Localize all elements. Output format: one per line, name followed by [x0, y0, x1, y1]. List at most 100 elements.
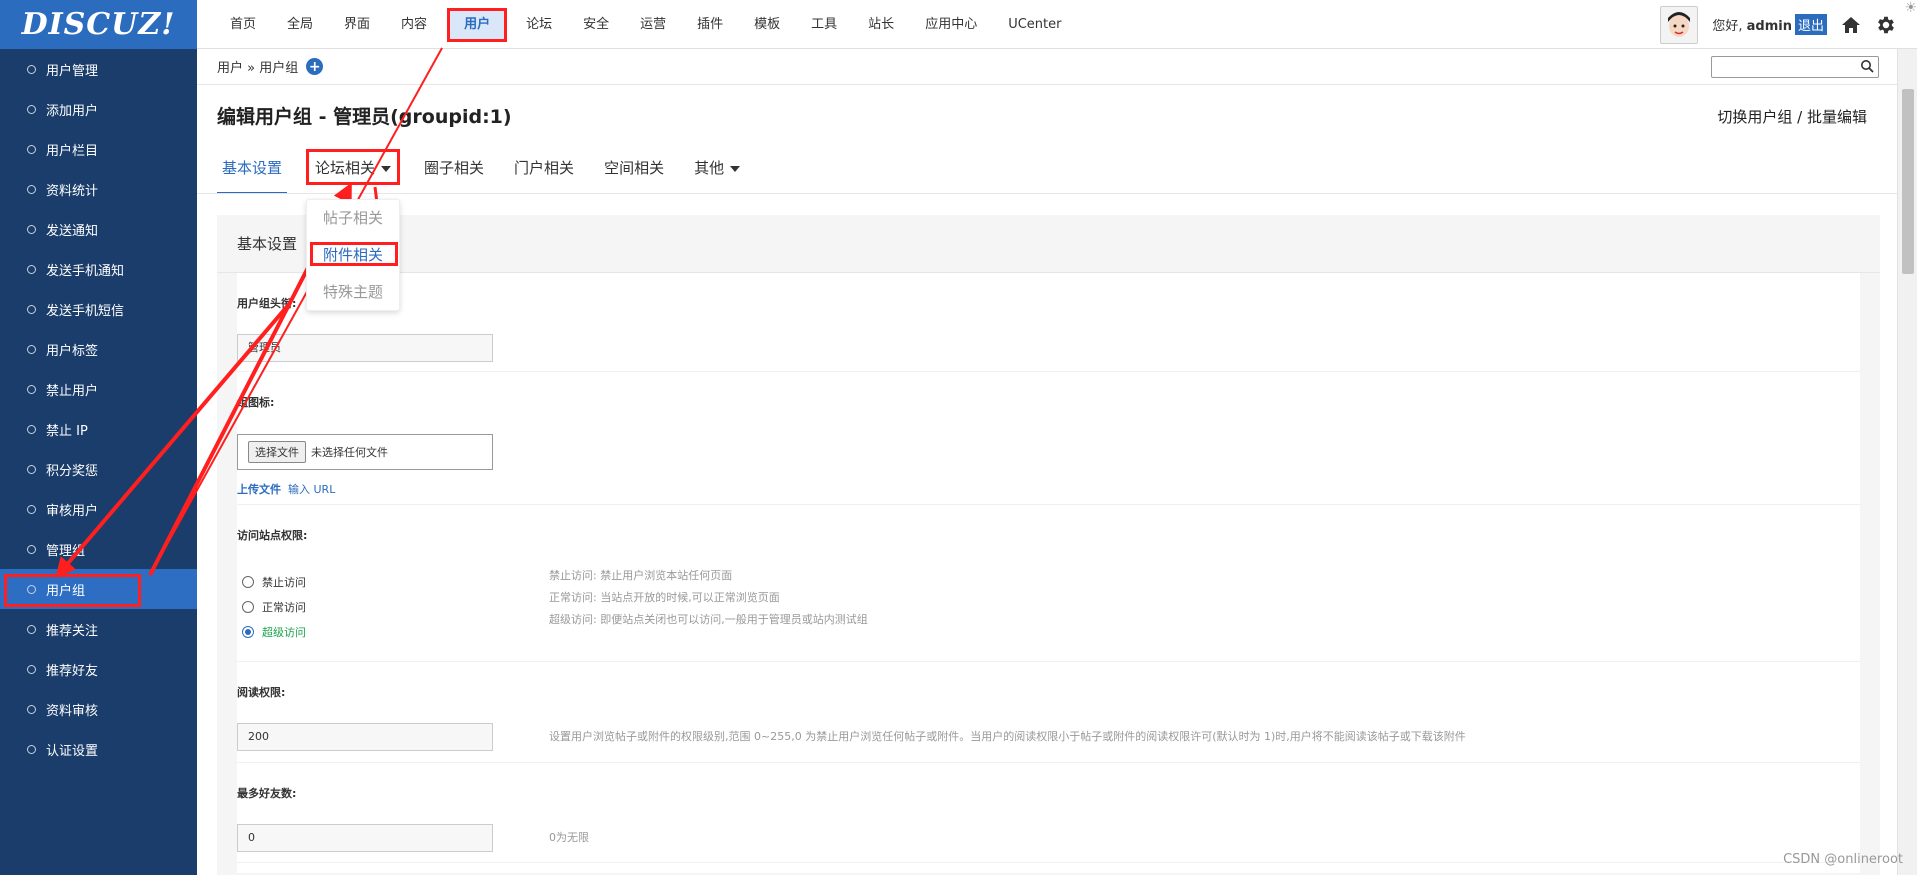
- sidebar-item-2[interactable]: 用户栏目: [0, 129, 197, 169]
- sidebar-item-15[interactable]: 推荐好友: [0, 649, 197, 689]
- sidebar-item-label: 资料统计: [46, 183, 99, 199]
- top-bar: DISCUZ! 首页 全局 界面 内容 用户 论坛 安全 运营 插件 模板 工具 站长 应用中心 UCen…: [0, 0, 1917, 49]
- topnav-item-6[interactable]: 安全: [568, 10, 624, 40]
- max-friends-hint: 0为无限: [549, 831, 589, 844]
- radio-circle[interactable]: [242, 626, 254, 638]
- tab-3[interactable]: 门户相关: [509, 150, 579, 194]
- topnav-item-13[interactable]: UCenter: [993, 10, 1076, 40]
- sidebar-item-12[interactable]: 管理组: [0, 529, 197, 569]
- sidebar-item-label: 推荐好友: [46, 663, 99, 679]
- field-read-permission: 阅读权限: 200 设置用户浏览帖子或附件的权限级别,范围 0~255,0 为禁…: [237, 662, 1860, 763]
- enter-url-link[interactable]: 输入 URL: [288, 483, 335, 496]
- sidebar-item-0[interactable]: 用户管理: [0, 49, 197, 89]
- tab-label: 基本设置: [222, 159, 283, 177]
- dropdown-item-2[interactable]: 特殊主题: [307, 274, 399, 311]
- sidebar-item-9[interactable]: 禁止 IP: [0, 409, 197, 449]
- tab-4[interactable]: 空间相关: [599, 150, 669, 194]
- access-label: 访问站点权限:: [237, 529, 308, 542]
- topnav-item-5[interactable]: 论坛: [511, 10, 567, 40]
- topnav-item-8[interactable]: 插件: [682, 10, 738, 40]
- breadcrumb-bar: 用户 » 用户组 +: [197, 49, 1897, 85]
- logout-button[interactable]: 退出: [1794, 14, 1827, 35]
- vertical-scrollbar[interactable]: [1897, 49, 1917, 875]
- search-icon[interactable]: [1860, 59, 1874, 77]
- tab-5[interactable]: 其他: [689, 150, 745, 194]
- greeting: 您好, admin: [1712, 19, 1792, 34]
- circle-bullet-icon: [27, 704, 36, 714]
- topnav-item-3[interactable]: 内容: [386, 10, 442, 40]
- radio-circle[interactable]: [242, 576, 254, 588]
- sidebar-item-label: 管理组: [46, 543, 86, 559]
- access-hint-line: 禁止访问: 禁止用户浏览本站任何页面: [549, 569, 733, 582]
- sidebar-item-7[interactable]: 用户标签: [0, 329, 197, 369]
- topnav-item-7[interactable]: 运营: [625, 10, 681, 40]
- access-radio-0[interactable]: 禁止访问: [242, 574, 306, 590]
- topnav-item-0[interactable]: 首页: [215, 10, 271, 40]
- topnav-item-2[interactable]: 界面: [329, 10, 385, 40]
- read-permission-input[interactable]: 200: [237, 723, 493, 751]
- sidebar-item-17[interactable]: 认证设置: [0, 729, 197, 769]
- group-title-input[interactable]: 管理员: [237, 334, 493, 362]
- gear-icon[interactable]: [1875, 14, 1897, 36]
- home-icon[interactable]: [1841, 15, 1861, 35]
- access-hint-line: 正常访问: 当站点开放的时候,可以正常浏览页面: [549, 591, 780, 604]
- sidebar-item-label: 禁止 IP: [46, 423, 88, 439]
- sidebar-item-11[interactable]: 审核用户: [0, 489, 197, 529]
- circle-bullet-icon: [27, 304, 36, 314]
- tab-0[interactable]: 基本设置: [217, 150, 288, 194]
- breadcrumb[interactable]: 用户 » 用户组: [217, 57, 298, 76]
- add-shortcut-icon[interactable]: +: [306, 58, 324, 75]
- upload-file-link[interactable]: 上传文件: [237, 483, 281, 496]
- sidebar-item-1[interactable]: 添加用户: [0, 89, 197, 129]
- choose-file-button[interactable]: 选择文件: [248, 441, 306, 463]
- watermark: CSDN @onlineroot: [1783, 852, 1903, 867]
- sidebar-item-4[interactable]: 发送通知: [0, 209, 197, 249]
- topnav-item-12[interactable]: 应用中心: [910, 10, 992, 40]
- upload-mode-links: 上传文件 输入 URL: [237, 481, 335, 497]
- sidebar-item-label: 发送手机短信: [46, 303, 125, 319]
- topnav-item-10[interactable]: 工具: [796, 10, 852, 40]
- sidebar-item-10[interactable]: 积分奖惩: [0, 449, 197, 489]
- caret-down-icon: [381, 165, 392, 172]
- circle-bullet-icon: [27, 224, 36, 234]
- access-radio-2[interactable]: 超级访问: [242, 624, 306, 640]
- sidebar-item-label: 发送手机通知: [46, 263, 125, 279]
- tab-1[interactable]: 论坛相关: [306, 149, 401, 185]
- scrollbar-thumb[interactable]: [1902, 89, 1914, 274]
- sidebar-item-5[interactable]: 发送手机通知: [0, 249, 197, 289]
- max-friends-input[interactable]: 0: [237, 824, 493, 852]
- sidebar-item-6[interactable]: 发送手机短信: [0, 289, 197, 329]
- access-hint-line: 超级访问: 即便站点关闭也可以访问,一般用于管理员或站内测试组: [549, 613, 868, 626]
- sidebar-item-label: 禁止用户: [46, 383, 99, 399]
- radio-circle[interactable]: [242, 601, 254, 613]
- sidebar-item-13[interactable]: 用户组: [0, 569, 197, 609]
- sidebar-item-label: 积分奖惩: [46, 463, 99, 479]
- access-radio-1[interactable]: 正常访问: [242, 599, 306, 615]
- topnav-item-1[interactable]: 全局: [272, 10, 328, 40]
- tab-2[interactable]: 圈子相关: [419, 150, 489, 194]
- circle-bullet-icon: [27, 424, 36, 434]
- circle-bullet-icon: [27, 664, 36, 674]
- topnav-item-9[interactable]: 模板: [739, 10, 795, 40]
- sidebar-item-14[interactable]: 推荐关注: [0, 609, 197, 649]
- topnav-item-11[interactable]: 站长: [853, 10, 909, 40]
- user-area: 您好, admin 退出: [1660, 0, 1897, 49]
- switch-group-link[interactable]: 切换用户组 / 批量编辑: [1717, 106, 1867, 127]
- circle-bullet-icon: [27, 264, 36, 274]
- sidebar-item-8[interactable]: 禁止用户: [0, 369, 197, 409]
- avatar-face-icon: [1662, 7, 1697, 42]
- sidebar-item-label: 用户管理: [46, 63, 99, 79]
- discuz-logo[interactable]: DISCUZ!: [0, 0, 197, 49]
- topnav-item-4[interactable]: 用户: [447, 7, 508, 42]
- group-icon-file-input[interactable]: 选择文件 未选择任何文件: [237, 434, 493, 470]
- sidebar-item-label: 发送通知: [46, 223, 99, 239]
- theme-toggle-icon[interactable]: ☀: [1904, 0, 1917, 16]
- sidebar-item-3[interactable]: 资料统计: [0, 169, 197, 209]
- sidebar-item-16[interactable]: 资料审核: [0, 689, 197, 729]
- settings-form: 用户组头衔: 管理员 组图标: 选择文件 未选择任何文件 上传文件 输入 URL…: [237, 273, 1860, 873]
- avatar[interactable]: [1660, 5, 1699, 44]
- search-input[interactable]: [1711, 56, 1879, 78]
- group-title-label: 用户组头衔:: [237, 297, 297, 310]
- dropdown-item-0[interactable]: 帖子相关: [307, 200, 399, 237]
- circle-bullet-icon: [27, 384, 36, 394]
